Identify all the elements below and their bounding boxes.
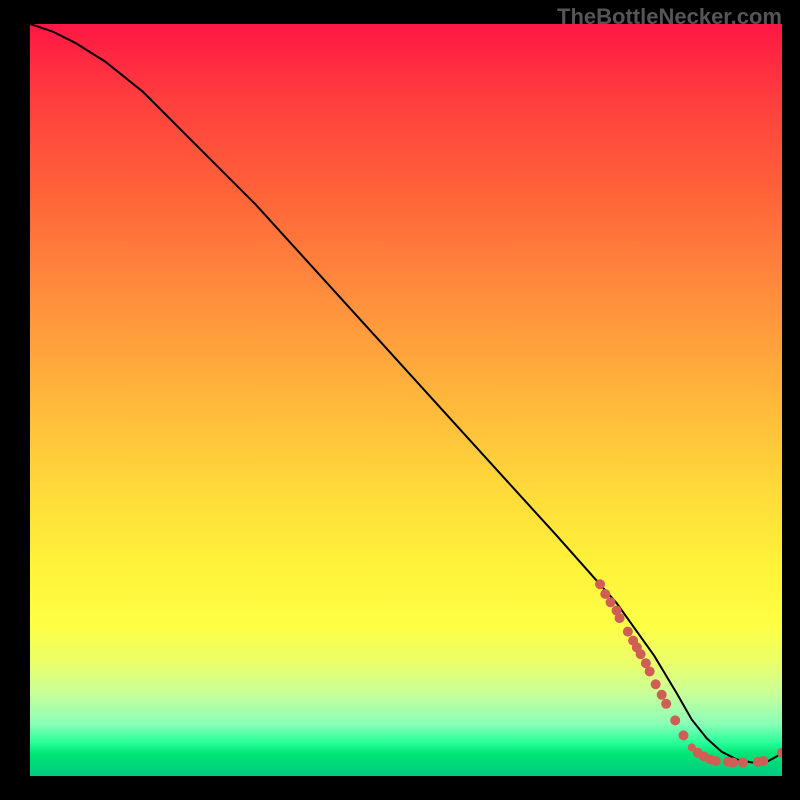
plot-area [30, 24, 782, 776]
data-point [615, 613, 625, 623]
scatter-points [595, 579, 782, 767]
data-point [661, 699, 671, 709]
data-point [623, 627, 633, 637]
data-point [728, 757, 738, 767]
data-point [738, 757, 748, 767]
data-point [678, 730, 688, 740]
data-point [595, 579, 605, 589]
data-point [651, 679, 661, 689]
data-point [645, 666, 655, 676]
data-point [758, 756, 768, 766]
watermark-text: TheBottleNecker.com [557, 4, 782, 30]
curve-line [30, 24, 782, 762]
data-point [600, 589, 610, 599]
chart-svg [30, 24, 782, 776]
data-point [711, 756, 721, 766]
data-point [657, 690, 667, 700]
data-point [606, 597, 616, 607]
data-point [670, 715, 680, 725]
data-point [636, 649, 646, 659]
